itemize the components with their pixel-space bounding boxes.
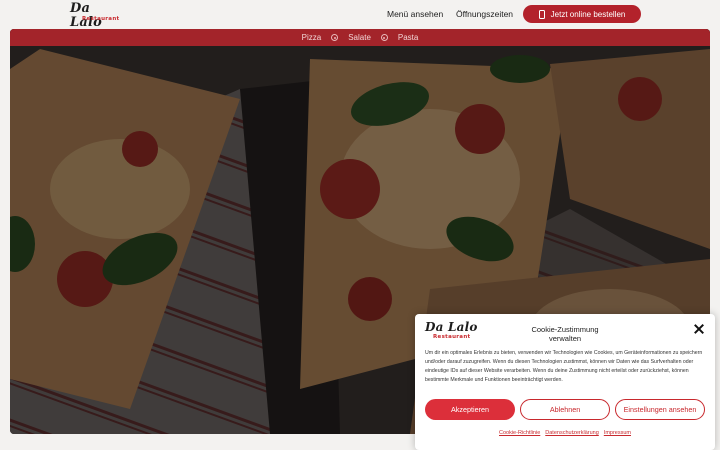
order-online-button[interactable]: Jetzt online bestellen xyxy=(523,5,641,23)
nav-menu-link[interactable]: Menü ansehen xyxy=(387,9,443,19)
order-online-label: Jetzt online bestellen xyxy=(550,9,626,19)
cookie-logo-subtitle: Restaurant xyxy=(433,334,471,340)
site-header: Da Lalo Restaurant Menü ansehen Öffnungs… xyxy=(0,0,720,30)
nav-hours-link[interactable]: Öffnungszeiten xyxy=(456,9,513,19)
close-icon[interactable] xyxy=(694,324,704,334)
phone-icon xyxy=(538,9,545,19)
cookie-logo: Da Lalo Restaurant xyxy=(425,320,478,340)
deny-button[interactable]: Ablehnen xyxy=(520,399,610,420)
cookie-policy-link[interactable]: Cookie-Richtlinie xyxy=(499,430,540,436)
category-salate[interactable]: Salate xyxy=(348,33,371,42)
cookie-consent-dialog: Da Lalo Restaurant Cookie-Zustimmung ver… xyxy=(415,314,715,450)
imprint-link[interactable]: Impressum xyxy=(604,430,631,436)
cookie-description: Um dir ein optimales Erlebnis zu bieten,… xyxy=(425,350,703,383)
category-pasta[interactable]: Pasta xyxy=(398,33,418,42)
category-bar: Pizza Salate Pasta xyxy=(10,29,710,46)
cookie-links: Cookie-Richtlinie Datenschutzerklärung I… xyxy=(415,430,715,436)
site-logo[interactable]: Da Lalo Restaurant xyxy=(70,2,126,30)
category-pizza[interactable]: Pizza xyxy=(302,33,322,42)
view-settings-button[interactable]: Einstellungen ansehen xyxy=(615,399,705,420)
cookie-logo-name: Da Lalo xyxy=(425,320,478,334)
privacy-link[interactable]: Datenschutzerklärung xyxy=(545,430,599,436)
logo-subtitle: Restaurant xyxy=(82,16,120,22)
accept-button[interactable]: Akzeptieren xyxy=(425,399,515,420)
cookie-title: Cookie-Zustimmung verwalten xyxy=(531,325,599,343)
separator-icon xyxy=(380,34,388,41)
separator-icon xyxy=(331,34,339,41)
